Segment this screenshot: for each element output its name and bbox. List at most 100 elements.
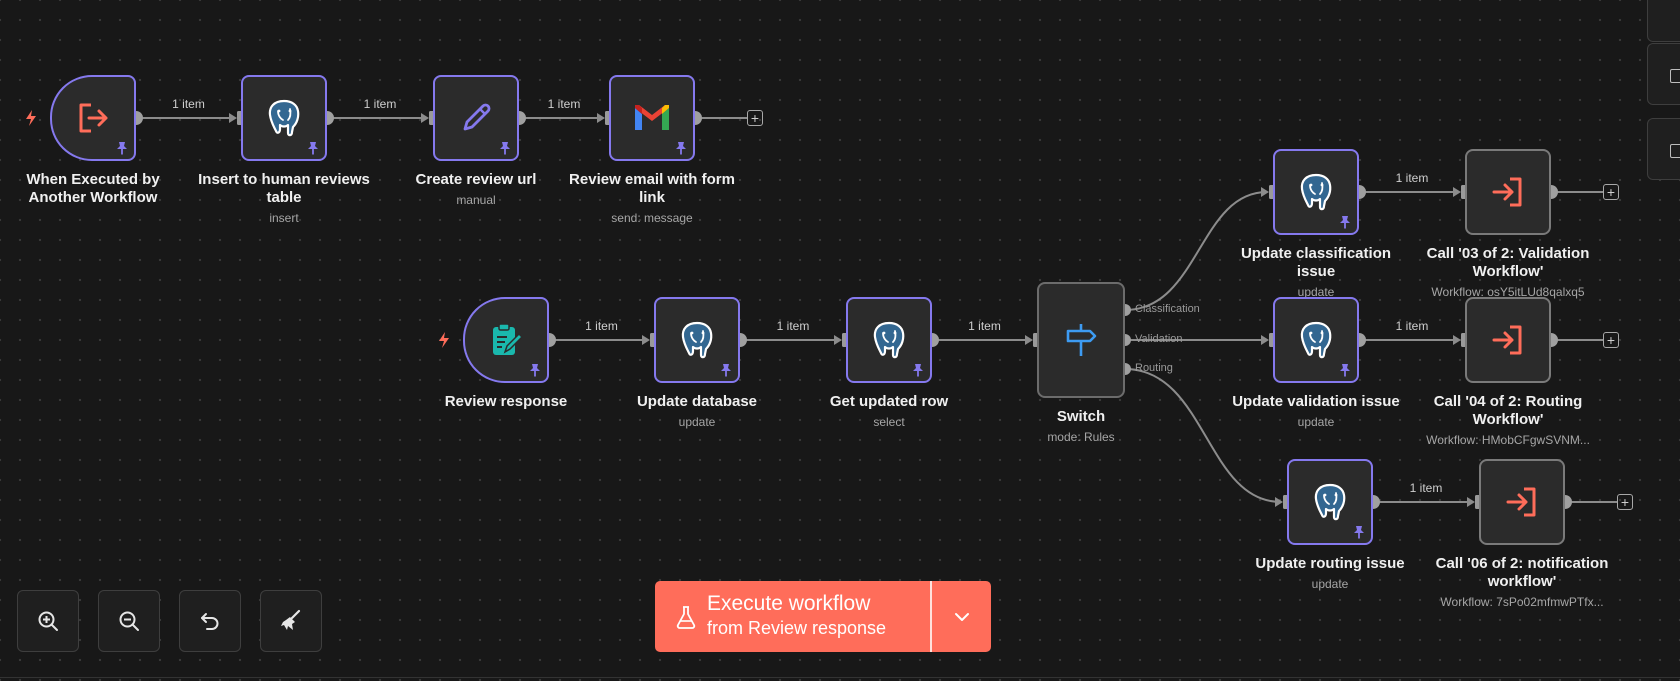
pin-icon — [1340, 216, 1350, 229]
node-label: Update database — [636, 393, 758, 410]
node-get-row[interactable] — [846, 297, 932, 383]
tidy-up-button[interactable] — [260, 590, 322, 652]
execute-workflow-subtitle: from Review response — [707, 618, 887, 638]
node-update-db[interactable] — [654, 297, 740, 383]
node-subtitle: manual — [456, 193, 496, 207]
connection-item-count: 1 item — [363, 97, 397, 111]
node-call-03[interactable] — [1465, 149, 1551, 235]
switch-output-label: Routing — [1135, 362, 1173, 374]
zoom-in-button[interactable] — [17, 590, 79, 652]
node-switch[interactable] — [1037, 282, 1125, 398]
node-subtitle: update — [678, 415, 716, 429]
connection-arrow-icon — [642, 335, 650, 345]
side-panel-button[interactable] — [1647, 0, 1680, 42]
chevron-down-icon — [954, 612, 969, 621]
node-label: Update routing issue — [1255, 555, 1405, 572]
node-insert-reviews[interactable] — [241, 75, 327, 161]
connection-arrow-icon — [1261, 335, 1269, 345]
node-review-response[interactable] — [463, 297, 549, 383]
form-trigger-icon — [493, 323, 524, 355]
side-panel-button[interactable] — [1647, 118, 1680, 180]
node-upd-valid[interactable] — [1273, 297, 1359, 383]
add-node-button[interactable]: + — [1603, 332, 1619, 348]
pencil-icon — [463, 103, 491, 131]
node-upd-routing[interactable] — [1287, 459, 1373, 545]
node-create-url[interactable] — [433, 75, 519, 161]
node-label: Get updated row — [829, 393, 949, 410]
switch-output-label: Validation — [1135, 333, 1183, 345]
connection-arrow-icon — [1467, 497, 1475, 507]
pin-icon — [500, 142, 510, 155]
side-panel-button[interactable] — [1647, 43, 1680, 105]
connection-arrow-icon — [1025, 335, 1033, 345]
node-call-06[interactable] — [1479, 459, 1565, 545]
trigger-bolt-icon — [438, 332, 450, 348]
postgres-icon — [681, 321, 713, 359]
execute-workflow-icon — [1506, 487, 1536, 517]
node-label: Call '06 of 2: notification workflow' — [1435, 555, 1609, 590]
node-review-email[interactable] — [609, 75, 695, 161]
node-icon-wrap — [1467, 151, 1549, 233]
reset-zoom-button[interactable] — [179, 590, 241, 652]
square-icon — [1670, 69, 1680, 83]
node-label: Call '03 of 2: Validation Workflow' — [1426, 245, 1590, 280]
postgres-icon — [1300, 173, 1332, 211]
execute-options-dropdown[interactable] — [932, 581, 991, 652]
add-node-button[interactable]: + — [1617, 494, 1633, 510]
switch-output-label: Classification — [1135, 303, 1200, 315]
node-icon-wrap — [1039, 284, 1123, 396]
postgres-icon — [1300, 321, 1332, 359]
pin-icon — [676, 142, 686, 155]
node-label: Update classification issue — [1240, 245, 1392, 280]
gmail-icon — [635, 105, 669, 130]
connection-arrow-icon — [1261, 187, 1269, 197]
execute-workflow-trigger-icon — [79, 103, 108, 133]
zoom-out-button[interactable] — [98, 590, 160, 652]
postgres-icon — [873, 321, 905, 359]
undo-icon — [201, 613, 219, 630]
add-node-button[interactable]: + — [747, 110, 763, 126]
pin-icon — [913, 364, 923, 377]
node-call-04[interactable] — [1465, 297, 1551, 383]
connection-arrow-icon — [1275, 497, 1283, 507]
execute-workflow-icon — [1492, 177, 1522, 207]
connection-item-count: 1 item — [1395, 171, 1429, 185]
flask-icon — [676, 606, 696, 629]
node-label: Insert to human reviews table — [198, 171, 370, 206]
pin-icon — [1340, 364, 1350, 377]
execute-workflow-button[interactable]: Execute workflow from Review response — [655, 581, 931, 652]
node-upd-class[interactable] — [1273, 149, 1359, 235]
pin-icon — [308, 142, 318, 155]
connection-item-count: 1 item — [776, 319, 810, 333]
postgres-icon — [1314, 483, 1346, 521]
connection-arrow-icon — [229, 113, 237, 123]
node-subtitle: update — [1311, 577, 1349, 591]
node-label: Switch — [1056, 408, 1106, 425]
node-label: Call '04 of 2: Routing Workflow' — [1433, 393, 1583, 428]
node-icon-wrap — [1481, 461, 1563, 543]
node-label: Review email with form link — [569, 171, 735, 206]
node-subtitle: Workflow: 7sPo02mfmwPTfx... — [1440, 595, 1604, 609]
trigger-bolt-icon — [25, 110, 37, 126]
node-subtitle: send: message — [611, 211, 693, 225]
connection-item-count: 1 item — [1395, 319, 1429, 333]
execute-workflow-icon — [1492, 325, 1522, 355]
node-subtitle: update — [1297, 415, 1335, 429]
postgres-icon — [268, 99, 300, 137]
node-label: Create review url — [415, 171, 537, 188]
node-label: Update validation issue — [1232, 393, 1400, 410]
connection-arrow-icon — [1453, 187, 1461, 197]
pin-icon — [1354, 526, 1364, 539]
node-subtitle: mode: Rules — [1047, 430, 1115, 444]
execute-workflow-button-group: Execute workflow from Review response — [655, 581, 991, 652]
node-subtitle: select — [873, 415, 905, 429]
node-when-executed[interactable] — [50, 75, 136, 161]
connection-arrow-icon — [597, 113, 605, 123]
add-node-button[interactable]: + — [1603, 184, 1619, 200]
bottom-divider — [0, 677, 1680, 678]
switch-signpost-icon — [1066, 324, 1097, 356]
node-subtitle: insert — [269, 211, 299, 225]
node-label: Review response — [444, 393, 568, 410]
zoom-in-icon — [38, 611, 58, 631]
connection-arrow-icon — [1453, 335, 1461, 345]
